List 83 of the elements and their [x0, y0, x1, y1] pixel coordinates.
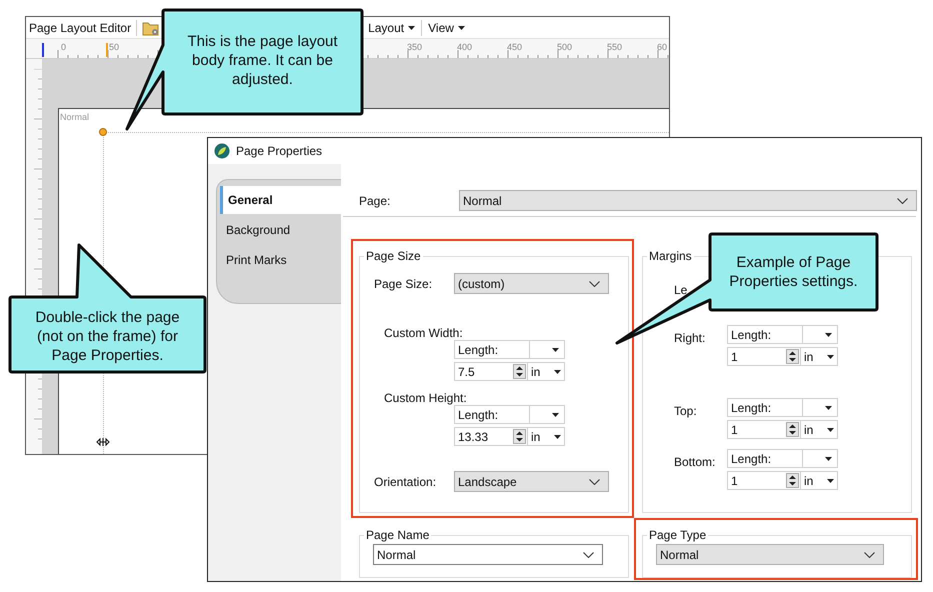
dropdown[interactable]: Normal: [656, 544, 884, 565]
number-spinbox[interactable]: 1: [727, 347, 801, 366]
spinner-arrows-icon[interactable]: [513, 429, 526, 444]
caret-icon: [827, 354, 834, 358]
caret-icon: [827, 478, 834, 482]
folder-gear-icon[interactable]: [142, 20, 160, 36]
group-title: Page Type: [648, 528, 708, 542]
ruler-label: 350: [407, 41, 422, 54]
unit-dropdown[interactable]: in: [801, 471, 838, 490]
callout-text: Double-click the page (not on the frame) for Page Properties.: [34, 308, 181, 365]
menu-button[interactable]: View: [425, 18, 468, 36]
field-label: Right:: [674, 331, 706, 345]
mode-field[interactable]: Length:: [454, 340, 530, 359]
field-label: Bottom:: [674, 455, 716, 469]
spinner-arrows-icon[interactable]: [786, 422, 799, 437]
editor-title: Page Layout Editor: [29, 20, 132, 36]
field-label: Custom Width:: [384, 325, 463, 342]
field-label: Orientation:: [374, 474, 438, 490]
mode-dropdown[interactable]: [803, 398, 838, 417]
caret-icon: [825, 332, 832, 336]
unit-dropdown[interactable]: in: [528, 362, 565, 381]
mode-dropdown[interactable]: [803, 449, 838, 468]
caret-icon: [554, 434, 561, 438]
mode-dropdown[interactable]: [803, 325, 838, 344]
mode-dropdown[interactable]: [530, 340, 565, 359]
dropdown[interactable]: (custom): [454, 273, 609, 294]
caret-icon: [827, 428, 834, 432]
spinner-arrows-icon[interactable]: [786, 349, 799, 364]
tab[interactable]: Background: [221, 216, 341, 244]
unit-dropdown[interactable]: in: [528, 427, 565, 446]
dropdown[interactable]: Landscape: [454, 471, 609, 492]
chevron-down-icon: [583, 552, 594, 558]
caret-icon: [552, 348, 559, 352]
leaf-logo-icon: [214, 143, 230, 159]
caret-icon: [554, 370, 561, 374]
mode-field[interactable]: Length:: [454, 405, 530, 424]
mode-dropdown[interactable]: [530, 405, 565, 424]
chevron-down-icon: [864, 552, 875, 558]
mode-field[interactable]: Length:: [727, 325, 803, 344]
callout-text: This is the page layout body frame. It can be adjusted.: [186, 32, 339, 89]
field-label: Top:: [674, 404, 697, 418]
caret-icon: [825, 406, 832, 410]
field-label: Custom Height:: [384, 390, 467, 407]
ruler-label: 400: [457, 41, 472, 54]
caret-icon: [408, 26, 416, 30]
tab[interactable]: General: [220, 186, 341, 214]
caret-icon: [552, 412, 559, 416]
tab[interactable]: Print Marks: [221, 246, 341, 274]
unit-dropdown[interactable]: in: [801, 420, 838, 439]
chevron-down-icon: [897, 198, 908, 204]
spinner-arrows-icon[interactable]: [786, 473, 799, 488]
number-spinbox[interactable]: 1: [727, 471, 801, 490]
mode-field[interactable]: Length:: [727, 398, 803, 417]
ruler-label: 450: [507, 41, 522, 54]
dropdown[interactable]: Normal: [459, 190, 917, 211]
group-title: Page Name: [365, 528, 430, 542]
field-label: Le: [674, 283, 688, 297]
menu-button[interactable]: Layout: [365, 18, 418, 36]
field-label: Page Size:: [374, 276, 434, 292]
ruler-label: 0: [61, 41, 66, 54]
callout-text: Example of Page Properties settings.: [728, 253, 859, 291]
resize-handle-icon[interactable]: [96, 437, 110, 447]
dialog-title: Page Properties: [236, 143, 322, 160]
frame-handle[interactable]: [99, 128, 107, 136]
chevron-down-icon: [589, 280, 600, 286]
number-spinbox[interactable]: 13.33: [454, 427, 528, 446]
ruler-label: 60: [657, 41, 668, 54]
page-name-label: Normal: [60, 111, 90, 124]
number-spinbox[interactable]: 7.5: [454, 362, 528, 381]
dropdown[interactable]: Normal: [373, 544, 603, 565]
mode-field[interactable]: Length:: [727, 449, 803, 468]
number-spinbox[interactable]: 1: [727, 420, 801, 439]
ruler-label: 500: [557, 41, 572, 54]
group-title: Page Size: [365, 249, 422, 263]
ruler-label: 550: [607, 41, 622, 54]
spinner-arrows-icon[interactable]: [513, 364, 526, 379]
unit-dropdown[interactable]: in: [801, 347, 838, 366]
group-title: Margins: [648, 249, 693, 263]
field-label: Page:: [359, 192, 392, 210]
caret-icon: [825, 456, 832, 460]
caret-icon: [458, 26, 465, 30]
ruler-label: 50: [109, 41, 120, 54]
chevron-down-icon: [589, 478, 600, 484]
